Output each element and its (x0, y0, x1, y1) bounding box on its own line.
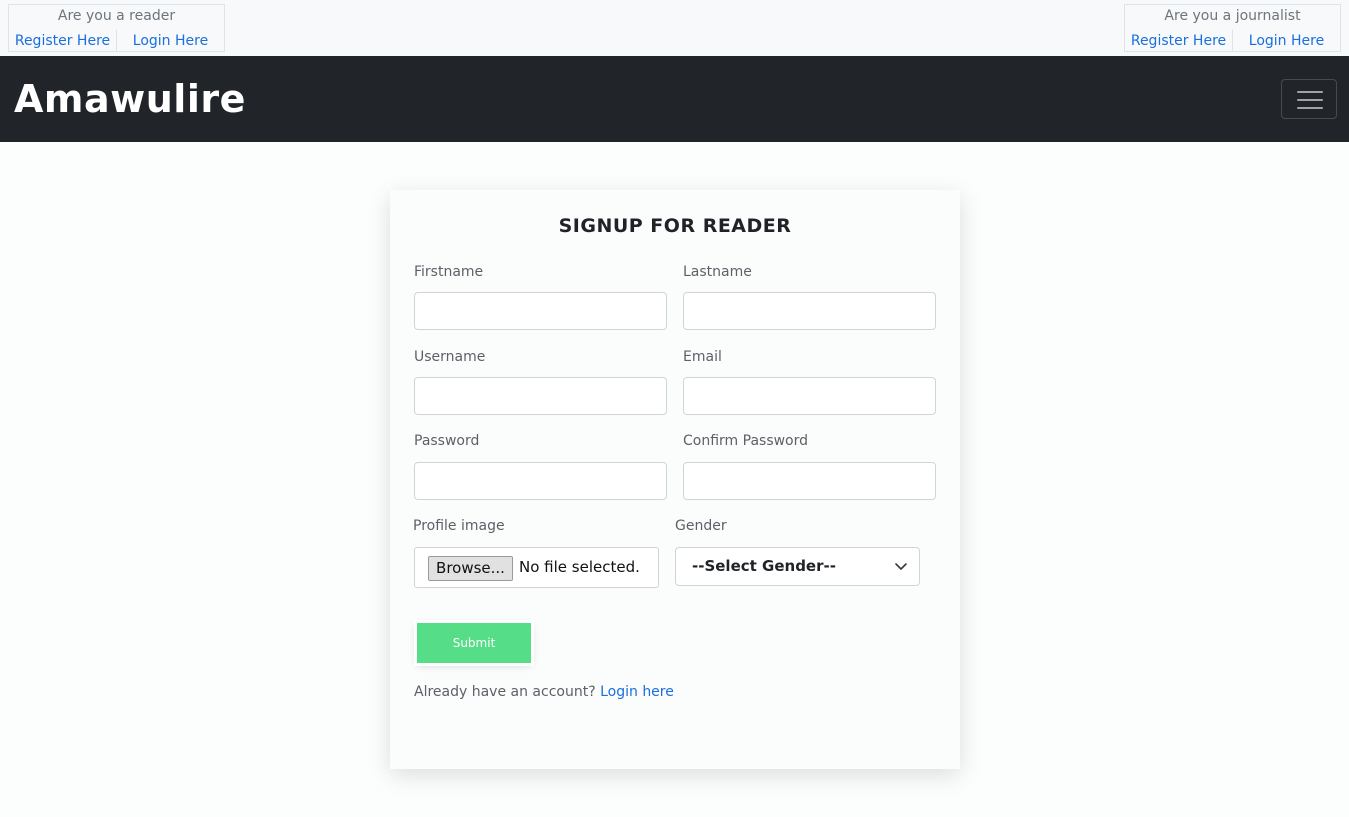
reader-auth-title: Are you a reader (57, 8, 176, 24)
file-status: No file selected. (519, 558, 640, 576)
hamburger-menu-button[interactable] (1281, 79, 1337, 119)
navbar: Amawulire (0, 56, 1349, 142)
form-title: SIGNUP FOR READER (558, 215, 792, 237)
brand-logo[interactable]: Amawulire (14, 76, 246, 122)
journalist-auth-title: Are you a journalist (1164, 8, 1301, 24)
firstname-label: Firstname (414, 264, 484, 280)
password-input[interactable] (414, 462, 667, 500)
submit-button[interactable]: Submit (417, 623, 531, 663)
gender-selected-value: --Select Gender-- (692, 557, 836, 575)
browse-button[interactable]: Browse... (428, 556, 513, 581)
firstname-input[interactable] (414, 292, 667, 330)
signup-card: SIGNUP FOR READER Firstname Lastname Use… (390, 190, 960, 769)
top-auth-strip: Are you a reader Register Here Login Her… (0, 0, 1349, 56)
chevron-down-icon (895, 563, 907, 570)
journalist-auth-links: Register Here Login Here (1125, 30, 1340, 52)
reader-auth-box: Are you a reader Register Here Login Her… (8, 4, 225, 52)
reader-login-link[interactable]: Login Here (117, 30, 224, 52)
profile-image-label: Profile image (413, 518, 505, 534)
confirm-password-input[interactable] (683, 462, 936, 500)
email-input[interactable] (683, 377, 936, 415)
journalist-auth-box: Are you a journalist Register Here Login… (1124, 4, 1341, 52)
confirm-password-label: Confirm Password (683, 433, 809, 449)
gender-select[interactable]: --Select Gender-- (675, 547, 920, 586)
gender-label: Gender (675, 518, 727, 534)
email-label: Email (683, 349, 722, 365)
journalist-register-link[interactable]: Register Here (1125, 30, 1233, 52)
username-label: Username (414, 349, 486, 365)
reader-auth-links: Register Here Login Here (9, 30, 224, 52)
username-input[interactable] (414, 377, 667, 415)
profile-image-file-input[interactable]: Browse... No file selected. (414, 547, 659, 588)
already-account-text: Already have an account? Login here (414, 684, 674, 700)
password-label: Password (414, 433, 480, 449)
already-account-label: Already have an account? (414, 684, 596, 700)
login-here-link[interactable]: Login here (600, 684, 674, 700)
lastname-input[interactable] (683, 292, 936, 330)
journalist-login-link[interactable]: Login Here (1233, 30, 1340, 52)
lastname-label: Lastname (683, 264, 752, 280)
reader-register-link[interactable]: Register Here (9, 30, 117, 52)
